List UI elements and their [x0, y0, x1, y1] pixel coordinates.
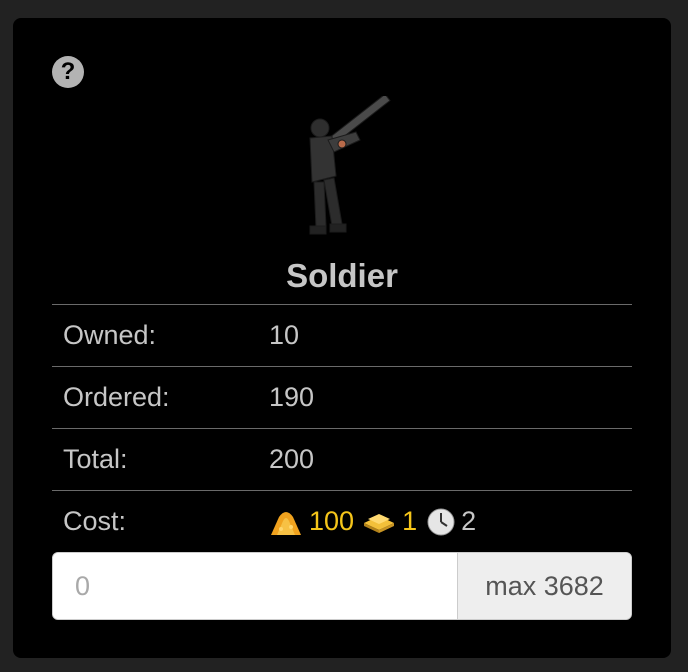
- quantity-input[interactable]: [53, 553, 457, 619]
- cost-gold-amount: 100: [309, 506, 355, 536]
- max-button[interactable]: max 3682: [457, 553, 631, 619]
- order-input-group: max 3682: [52, 552, 632, 620]
- ordered-label: Ordered:: [63, 382, 170, 412]
- cost-label: Cost:: [63, 506, 127, 536]
- ordered-value: 190: [269, 382, 315, 412]
- owned-label: Owned:: [63, 320, 157, 350]
- total-label: Total:: [63, 444, 128, 474]
- clock-icon: [427, 508, 455, 535]
- row-cost: Cost: 100 1 2: [52, 490, 632, 552]
- unit-info-table: Owned: 10 Ordered: 190 Total: 200 Cost: …: [52, 304, 632, 552]
- question-circle-icon[interactable]: ?: [52, 56, 84, 88]
- land-stack-icon: [364, 513, 395, 533]
- row-owned: Owned: 10: [52, 304, 632, 366]
- unit-name: Soldier: [286, 257, 398, 294]
- cost-land-amount: 1: [402, 506, 418, 536]
- cost-time-amount: 2: [461, 506, 477, 536]
- cost-value: 100 1 2: [269, 491, 476, 552]
- owned-value: 10: [269, 320, 300, 350]
- gold-pile-icon: [271, 511, 301, 535]
- unit-card: ? Soldier Owned: 10 Ordered: 190 Total: …: [13, 18, 671, 658]
- soldier-unit-image: [309, 96, 391, 235]
- row-ordered: Ordered: 190: [52, 366, 632, 428]
- row-total: Total: 200: [52, 428, 632, 490]
- total-value: 200: [269, 444, 315, 474]
